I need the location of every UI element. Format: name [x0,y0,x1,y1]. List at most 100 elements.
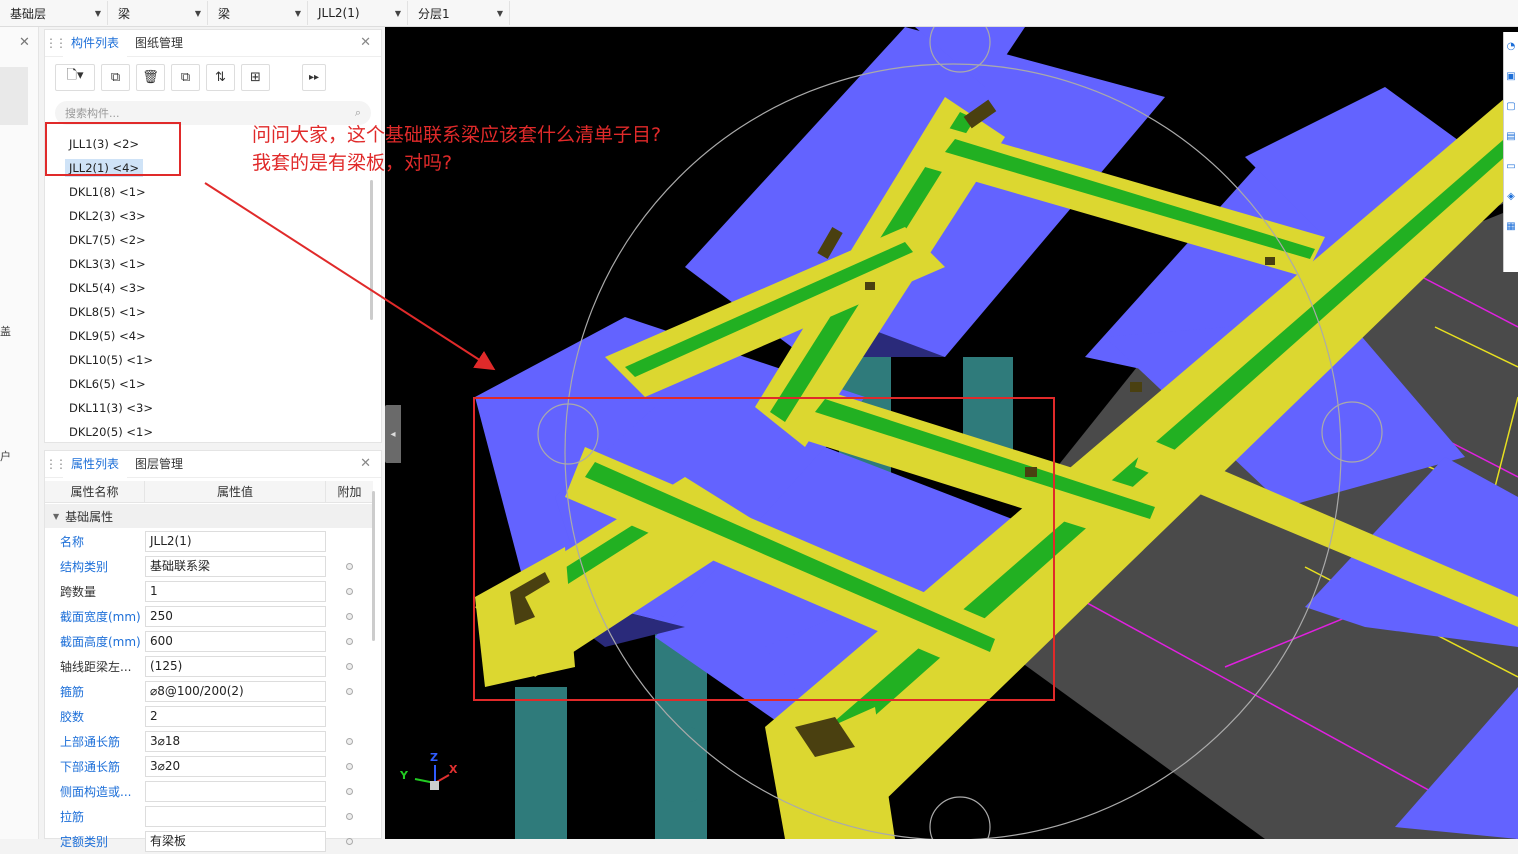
view-tool-icon[interactable]: ▢ [1504,92,1518,122]
close-icon[interactable]: ✕ [360,456,371,471]
search-placeholder: 搜索构件... [65,107,120,120]
extra-radio-icon[interactable] [346,638,353,645]
component-list: JLL1(3) <2> JLL2(1) <4> DKL1(8) <1> DKL2(3)… [65,132,365,444]
column-header-name: 属性名称 [45,481,145,502]
floor-select[interactable]: 基础层 ▼ [0,1,108,25]
layer-copy-icon: ⧉ [180,69,191,85]
drag-handle-icon[interactable]: ⋮⋮ [45,36,67,50]
list-item[interactable]: DKL5(4) <3> [65,276,365,300]
view-tool-icon[interactable]: ▦ [1504,212,1518,242]
collapse-triangle-icon: ▼ [53,511,60,521]
list-item[interactable]: DKL2(3) <3> [65,204,365,228]
extra-radio-icon[interactable] [346,763,353,770]
chevron-left-icon: ◂ [390,428,396,440]
tab-property-list[interactable]: 属性列表 [63,450,128,478]
property-group-basic[interactable]: ▼ 基础属性 [45,504,373,528]
list-item[interactable]: DKL7(5) <2> [65,228,365,252]
scrollbar[interactable] [372,491,375,641]
list-item-label: DKL1(8) <1> [69,185,146,199]
property-row: 名称 JLL2(1) [45,529,373,554]
property-table-header: 属性名称 属性值 附加 [45,481,373,503]
view-tool-icon[interactable]: ◈ [1504,182,1518,212]
extra-radio-icon[interactable] [346,738,353,745]
list-item-label: DKL6(5) <1> [69,377,146,391]
chevron-down-icon: ▼ [194,8,201,18]
column-header-extra: 附加 [337,485,362,499]
extra-radio-icon[interactable] [346,788,353,795]
drag-handle-icon[interactable]: ⋮⋮ [45,457,67,471]
list-item[interactable]: DKL10(5) <1> [65,348,365,372]
layer-copy-button[interactable]: ⧉ [171,63,200,91]
extra-radio-icon[interactable] [346,688,353,695]
list-item-label: DKL5(4) <3> [69,281,146,295]
new-file-icon: 🗋▾ [66,68,84,83]
extra-radio-icon[interactable] [346,813,353,820]
view-tool-icon[interactable]: ▤ [1504,122,1518,152]
property-value-field[interactable]: JLL2(1) [145,531,326,552]
property-row: 胶数 2 [45,704,373,729]
list-item-label: DKL7(5) <2> [69,233,146,247]
nav-item-label[interactable]: 盖 [0,323,11,339]
close-icon[interactable]: ✕ [360,35,371,50]
property-value-field[interactable]: 3⌀20 [145,756,326,777]
extra-radio-icon[interactable] [346,613,353,620]
property-value-field[interactable]: 3⌀18 [145,731,326,752]
list-item[interactable]: DKL9(5) <4> [65,324,365,348]
copy-button[interactable]: ⧉ [101,63,130,91]
list-item[interactable]: DKL11(3) <3> [65,396,365,420]
layer-select[interactable]: 分层1 ▼ [408,1,510,25]
extra-radio-icon[interactable] [346,663,353,670]
list-item[interactable]: DKL1(8) <1> [65,180,365,204]
property-panel-tabs: ⋮⋮ 属性列表 图层管理 ✕ [45,450,381,478]
property-value-field[interactable]: 600 [145,631,326,652]
extra-radio-icon[interactable] [346,563,353,570]
filter-button[interactable]: ⊞ [241,63,270,91]
property-name: 下部通长筋 [60,760,121,774]
property-value-field[interactable] [145,781,326,802]
delete-button[interactable]: 🗑 [136,63,165,91]
property-value-field[interactable]: (125) [145,656,326,677]
tab-drawing-management[interactable]: 图纸管理 [127,30,191,57]
property-row: 上部通长筋 3⌀18 [45,729,373,754]
extra-radio-icon[interactable] [346,588,353,595]
tab-component-list[interactable]: 构件列表 [63,29,128,57]
property-value-field[interactable]: 2 [145,706,326,727]
property-row: 截面高度(mm) 600 [45,629,373,654]
property-name: 跨数量 [60,585,97,599]
component-select-value: JLL2(1) [318,6,360,20]
list-item-label: DKL10(5) <1> [69,353,153,367]
property-name: 截面宽度(mm) [60,610,141,624]
property-value-field[interactable]: 1 [145,581,326,602]
list-item[interactable]: DKL3(3) <1> [65,252,365,276]
close-icon[interactable]: ✕ [19,35,30,50]
property-value-field[interactable]: ⌀8@100/200(2) [145,681,326,702]
list-item-label: DKL8(5) <1> [69,305,146,319]
property-value-field[interactable] [145,806,326,827]
list-item-label: DKL9(5) <4> [69,329,146,343]
new-component-button[interactable]: 🗋▾ [55,63,95,91]
subcategory-select[interactable]: 梁 ▼ [208,1,308,25]
property-name: 拉筋 [60,810,85,824]
category-select[interactable]: 梁 ▼ [108,1,208,25]
list-item[interactable]: DKL8(5) <1> [65,300,365,324]
sort-button[interactable]: ⇅ [206,63,235,91]
view-tool-icon[interactable]: ◔ [1504,32,1518,62]
property-row: 定额类别 有梁板 [45,829,373,854]
panel-collapse-handle[interactable]: ◂ [385,405,401,463]
property-value-field[interactable]: 有梁板 [145,831,326,852]
axis-label-y: Y [400,769,408,782]
extra-radio-icon[interactable] [346,838,353,845]
scrollbar[interactable] [370,180,373,320]
view-tool-icon[interactable]: ▣ [1504,62,1518,92]
tab-layer-management[interactable]: 图层管理 [127,451,191,478]
more-button[interactable]: ▸▸ [302,63,326,91]
layer-select-value: 分层1 [418,6,450,21]
list-item[interactable]: DKL6(5) <1> [65,372,365,396]
nav-item-label[interactable]: 户 [0,448,11,464]
view-tool-icon[interactable]: ▭ [1504,152,1518,182]
nav-selected-item[interactable] [0,67,28,125]
property-value-field[interactable]: 基础联系梁 [145,556,326,577]
list-item[interactable]: DKL20(5) <1> [65,420,365,444]
component-select[interactable]: JLL2(1) ▼ [308,1,408,25]
property-value-field[interactable]: 250 [145,606,326,627]
